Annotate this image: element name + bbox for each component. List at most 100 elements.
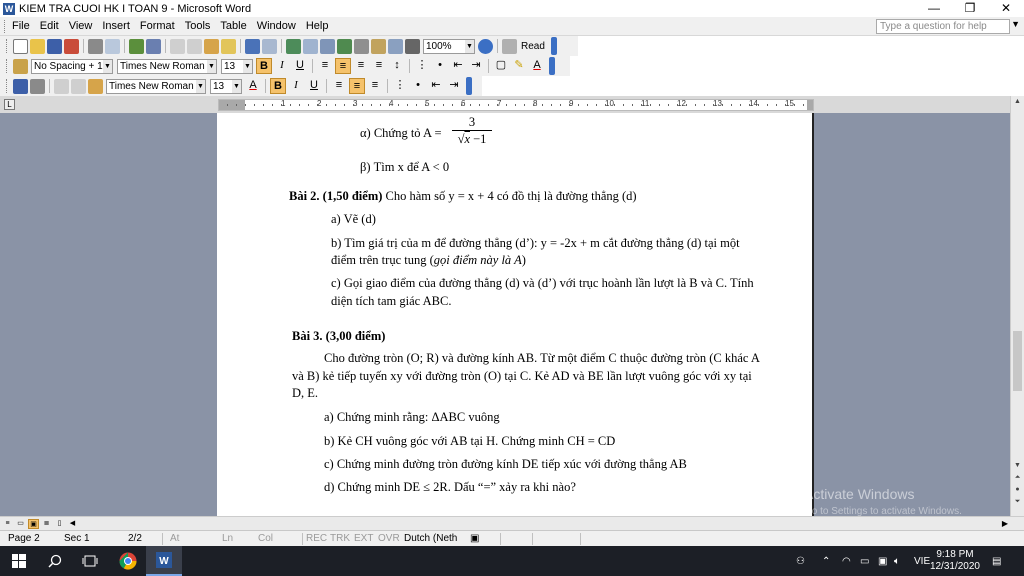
decrease-indent-button[interactable]: ⇤ [428, 78, 444, 94]
cut-icon[interactable] [170, 38, 185, 54]
spelling-status-icon[interactable]: ▣ [470, 533, 479, 544]
numbering-button[interactable]: ⋮ [414, 58, 430, 74]
minimize-button[interactable]: — [916, 0, 952, 17]
font-select[interactable]: Times New Roman ▼ [106, 78, 206, 94]
volume-icon[interactable]: 🔈︎ [894, 546, 900, 576]
open-folder-icon[interactable] [30, 38, 45, 54]
menu-edit[interactable]: Edit [35, 20, 64, 32]
web-layout-icon[interactable]: ▭ [15, 519, 26, 529]
font-select[interactable]: Times New Roman ▼ [117, 58, 217, 74]
align-center-button[interactable]: ≡ [349, 78, 365, 94]
increase-indent-button[interactable]: ⇥ [468, 58, 484, 74]
justify-button[interactable]: ≡ [371, 58, 387, 74]
read-mode-icon[interactable] [502, 38, 517, 54]
menu-table[interactable]: Table [215, 20, 251, 32]
outline-view-icon[interactable]: ≣ [41, 519, 52, 529]
start-button[interactable] [0, 546, 38, 576]
increase-indent-button[interactable]: ⇥ [446, 78, 462, 94]
scroll-down-icon[interactable]: ▼ [1013, 462, 1022, 469]
italic-button[interactable]: I [274, 58, 290, 74]
print-preview-icon[interactable] [105, 38, 120, 54]
status-trk[interactable]: TRK [330, 533, 350, 544]
paste-icon[interactable] [204, 38, 219, 54]
columns-icon[interactable] [354, 38, 369, 54]
line-spacing-button[interactable]: ↕ [389, 58, 405, 74]
help-icon[interactable] [478, 38, 493, 54]
hyperlink-icon[interactable] [286, 38, 301, 54]
document-map-icon[interactable] [388, 38, 403, 54]
show-hide-icon[interactable] [405, 38, 420, 54]
read-button[interactable]: Read [518, 41, 548, 52]
spelling-icon[interactable] [129, 38, 144, 54]
copy-icon[interactable] [71, 78, 86, 94]
font-color-button[interactable]: A [529, 58, 545, 74]
menu-format[interactable]: Format [135, 20, 180, 32]
browse-object-icon[interactable]: ● [1013, 486, 1022, 493]
numbering-button[interactable]: ⋮ [392, 78, 408, 94]
restore-button[interactable]: ❐ [952, 0, 988, 17]
chevron-down-icon[interactable]: ▼ [243, 59, 252, 73]
menu-window[interactable]: Window [252, 20, 301, 32]
save-icon[interactable] [47, 38, 62, 54]
previous-page-icon[interactable]: ⏶ [1013, 474, 1022, 482]
borders-button[interactable]: ▢ [493, 58, 509, 74]
scroll-up-icon[interactable]: ▲ [1013, 98, 1022, 105]
input-language[interactable]: VIE [914, 546, 930, 576]
people-icon[interactable]: ⚇ [796, 546, 805, 576]
align-right-button[interactable]: ≡ [353, 58, 369, 74]
help-search-input[interactable]: Type a question for help [876, 19, 1010, 34]
paste-icon[interactable] [88, 78, 103, 94]
toolbar-grip[interactable] [6, 59, 9, 73]
menu-file[interactable]: File [7, 20, 35, 32]
scroll-thumb[interactable] [1013, 331, 1022, 391]
status-rec[interactable]: REC [306, 533, 327, 544]
cut-icon[interactable] [54, 78, 69, 94]
align-left-button[interactable]: ≡ [317, 58, 333, 74]
chevron-down-icon[interactable]: ▼ [465, 39, 474, 53]
undo-icon[interactable] [245, 38, 260, 54]
font-color-button[interactable]: A [245, 78, 261, 94]
close-button[interactable]: ✕ [988, 0, 1024, 17]
menu-help[interactable]: Help [301, 20, 334, 32]
align-left-button[interactable]: ≡ [331, 78, 347, 94]
toolbar-grip[interactable] [6, 39, 9, 53]
scroll-left-icon[interactable]: ◀ [67, 519, 78, 529]
print-icon[interactable] [30, 78, 45, 94]
taskbar-clock[interactable]: 9:18 PM 12/31/2020 [930, 549, 980, 573]
insert-excel-icon[interactable] [337, 38, 352, 54]
print-layout-icon[interactable]: ▣ [28, 518, 39, 529]
show-hidden-icons[interactable]: ⌃ [822, 546, 830, 576]
toolbar-options-icon[interactable] [549, 57, 555, 75]
format-painter-icon[interactable] [221, 38, 236, 54]
menu-insert[interactable]: Insert [97, 20, 135, 32]
taskbar-chrome[interactable] [110, 546, 146, 576]
print-icon[interactable] [88, 38, 103, 54]
tables-borders-icon[interactable] [303, 38, 318, 54]
italic-button[interactable]: I [288, 78, 304, 94]
next-page-icon[interactable]: ⏷ [1013, 498, 1022, 506]
chevron-down-icon[interactable]: ▼ [232, 79, 241, 93]
word-app-icon[interactable]: W [3, 2, 15, 15]
align-center-button[interactable]: ≡ [335, 58, 351, 74]
reading-layout-icon[interactable]: ▯ [54, 519, 65, 529]
menu-tools[interactable]: Tools [180, 20, 216, 32]
justify-button[interactable]: ≡ [367, 78, 383, 94]
chevron-down-icon[interactable]: ▼ [103, 59, 112, 73]
bold-button[interactable]: B [270, 78, 286, 94]
decrease-indent-button[interactable]: ⇤ [450, 58, 466, 74]
notification-icon[interactable]: ▤ [992, 546, 1001, 576]
toolbar-grip[interactable] [6, 79, 9, 93]
vertical-scrollbar[interactable]: ▲ ▼ ⏶ ● ⏷ [1010, 96, 1024, 516]
redo-icon[interactable] [262, 38, 277, 54]
style-select[interactable]: No Spacing + 13 ▼ [31, 58, 113, 74]
toolbar-options-icon[interactable] [466, 77, 472, 95]
tab-selector-icon[interactable]: L [4, 99, 15, 110]
bullets-button[interactable]: • [432, 58, 448, 74]
highlight-button[interactable]: ✎ [511, 58, 527, 74]
scroll-right-icon[interactable]: ▶ [1002, 519, 1008, 528]
status-language[interactable]: Dutch (Neth [404, 533, 457, 544]
insert-table-icon[interactable] [320, 38, 335, 54]
permission-icon[interactable] [64, 38, 79, 54]
font-size-select[interactable]: 13 ▼ [221, 58, 253, 74]
help-dropdown-icon[interactable]: ▼ [1011, 19, 1020, 29]
